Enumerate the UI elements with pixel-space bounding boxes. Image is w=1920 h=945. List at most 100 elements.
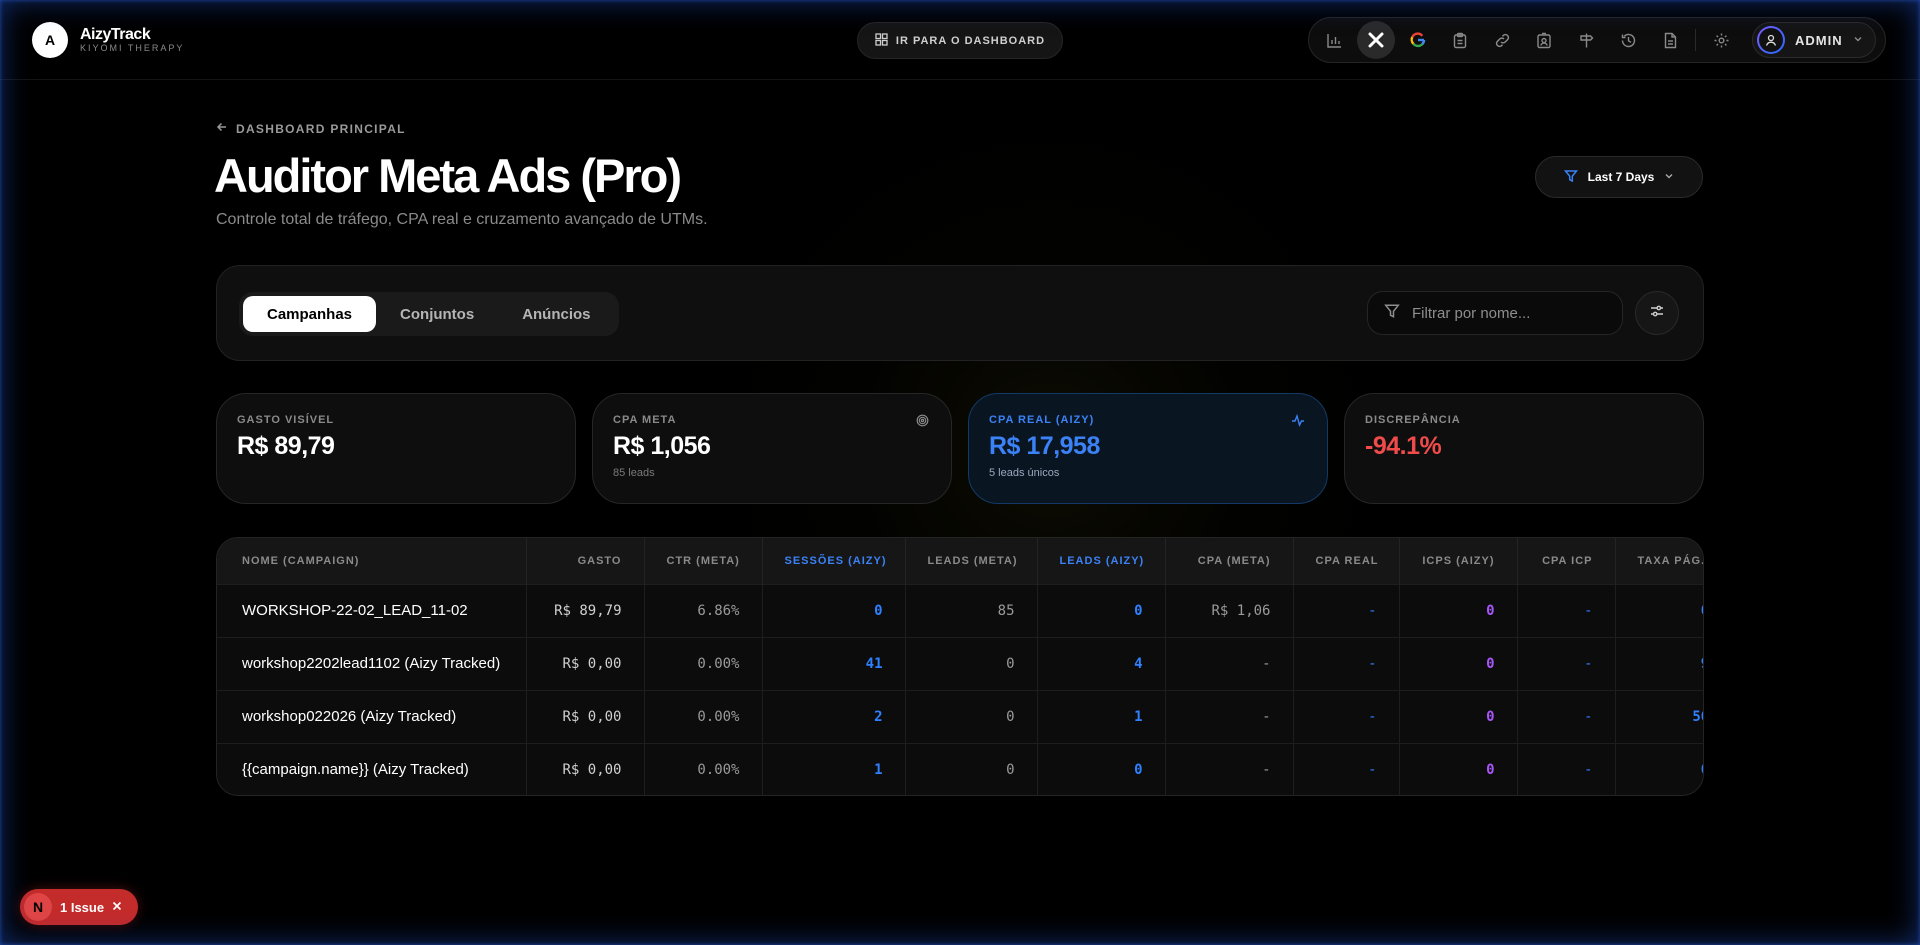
cell-campaign-name: {{campaign.name}} (Aizy Tracked)	[217, 742, 527, 795]
date-range-filter-button[interactable]: Last 7 Days	[1535, 156, 1703, 198]
cell-taxa-pag: 9.8%	[1615, 636, 1703, 690]
cell-campaign-name: workshop2202lead1102 (Aizy Tracked)	[217, 636, 527, 690]
avatar	[1757, 26, 1785, 54]
column-header[interactable]: LEADS (META)	[905, 538, 1038, 584]
breadcrumb-label: DASHBOARD PRINCIPAL	[236, 121, 406, 136]
stat-label: CPA META	[613, 414, 677, 426]
column-header[interactable]: LEADS (AIZY)	[1037, 538, 1166, 584]
cell-taxa-pag: 0.0%	[1615, 583, 1703, 637]
cell-taxa-pag: 50.0%	[1615, 689, 1703, 743]
cell-cpa-icp: -	[1517, 742, 1616, 795]
name-filter-input[interactable]	[1412, 304, 1602, 322]
stat-label: CPA REAL (AIZY)	[989, 414, 1095, 426]
cell-leads-aizy: 1	[1037, 689, 1166, 743]
cell-cpa-real: -	[1293, 689, 1400, 743]
cell-icps: 0	[1399, 636, 1518, 690]
google-logo-icon[interactable]	[1399, 21, 1437, 59]
tab-anuncios[interactable]: Anúncios	[498, 296, 614, 332]
user-label: ADMIN	[1795, 32, 1843, 48]
sliders-icon	[1649, 303, 1665, 324]
x-logo-icon[interactable]	[1357, 21, 1395, 59]
activity-icon	[1291, 413, 1305, 432]
tab-campanhas[interactable]: Campanhas	[243, 296, 377, 332]
grid-icon	[875, 32, 888, 49]
table-row[interactable]: workshop2202lead1102 (Aizy Tracked) R$ 0…	[217, 636, 1703, 690]
stat-label: GASTO VISÍVEL	[237, 414, 335, 426]
cell-sessoes: 0	[762, 583, 906, 637]
tab-conjuntos[interactable]: Conjuntos	[376, 296, 498, 332]
cell-leads-aizy: 4	[1037, 636, 1166, 690]
column-header[interactable]: CPA (META)	[1165, 538, 1294, 584]
level-tabs: Campanhas Conjuntos Anúncios	[239, 292, 619, 336]
column-header[interactable]: SESSÕES (AIZY)	[762, 538, 906, 584]
issues-badge[interactable]: N 1 Issue	[20, 889, 138, 925]
cell-cpa-real: -	[1293, 636, 1400, 690]
cell-gasto: R$ 0,00	[526, 689, 645, 743]
go-to-dashboard-button[interactable]: IR PARA O DASHBOARD	[857, 22, 1063, 59]
table-header-row: NOME (CAMPAIGN) GASTO CTR (META) SESSÕES…	[217, 538, 1703, 584]
badge-icon[interactable]	[1525, 21, 1563, 59]
table-row[interactable]: WORKSHOP-22-02_LEAD_11-02 R$ 89,79 6.86%…	[217, 583, 1703, 637]
stat-note: 5 leads únicos	[989, 467, 1060, 479]
history-icon[interactable]	[1609, 21, 1647, 59]
stat-value: R$ 17,958	[989, 432, 1100, 460]
cell-taxa-pag: 0.0%	[1615, 742, 1703, 795]
column-settings-button[interactable]	[1635, 291, 1679, 335]
link-icon[interactable]	[1483, 21, 1521, 59]
top-navigation: A AizyTrack KIYOMI THERAPY IR PARA O DAS…	[0, 0, 1920, 80]
table-row[interactable]: {{campaign.name}} (Aizy Tracked) R$ 0,00…	[217, 742, 1703, 795]
name-filter-field[interactable]	[1367, 291, 1623, 335]
column-header[interactable]: CTR (META)	[644, 538, 763, 584]
brand-subtitle: KIYOMI THERAPY	[80, 43, 185, 53]
icon-bar-divider	[1695, 29, 1696, 51]
target-icon	[916, 414, 929, 432]
column-header[interactable]: TAXA PÁG. (AIZY)	[1615, 538, 1703, 584]
close-icon[interactable]	[112, 898, 122, 916]
cell-leads-aizy: 0	[1037, 742, 1166, 795]
filter-icon	[1563, 169, 1578, 186]
issue-count-label: 1 Issue	[60, 899, 105, 915]
cell-ctr: 6.86%	[644, 583, 763, 637]
breadcrumb[interactable]: DASHBOARD PRINCIPAL	[216, 121, 406, 136]
arrow-left-icon	[216, 121, 228, 136]
column-header[interactable]: CPA ICP	[1517, 538, 1616, 584]
cell-leads-meta: 0	[905, 689, 1038, 743]
document-icon[interactable]	[1651, 21, 1689, 59]
filter-icon	[1384, 303, 1400, 324]
user-icon	[1759, 28, 1783, 52]
cell-sessoes: 1	[762, 742, 906, 795]
cell-campaign-name: WORKSHOP-22-02_LEAD_11-02	[217, 583, 527, 637]
table-row[interactable]: workshop022026 (Aizy Tracked) R$ 0,00 0.…	[217, 689, 1703, 743]
cell-campaign-name: workshop022026 (Aizy Tracked)	[217, 689, 527, 743]
bar-chart-icon[interactable]	[1315, 21, 1353, 59]
cell-ctr: 0.00%	[644, 689, 763, 743]
column-header[interactable]: CPA REAL	[1293, 538, 1400, 584]
column-header[interactable]: ICPS (AIZY)	[1399, 538, 1518, 584]
cell-ctr: 0.00%	[644, 742, 763, 795]
cell-cpa-meta: -	[1165, 636, 1294, 690]
clipboard-icon[interactable]	[1441, 21, 1479, 59]
chevron-down-icon	[1664, 170, 1674, 184]
go-to-dashboard-label: IR PARA O DASHBOARD	[895, 34, 1046, 47]
stat-card-cpa-meta: CPA META R$ 1,056 85 leads	[592, 393, 952, 504]
brand-name: AizyTrack	[80, 26, 151, 43]
chevron-down-icon	[1853, 31, 1863, 49]
cell-leads-meta: 0	[905, 742, 1038, 795]
date-range-label: Last 7 Days	[1587, 170, 1655, 184]
campaign-table-container[interactable]: NOME (CAMPAIGN) GASTO CTR (META) SESSÕES…	[216, 537, 1704, 796]
gear-icon[interactable]	[1702, 21, 1740, 59]
column-header[interactable]: GASTO	[526, 538, 645, 584]
level-toolbar: Campanhas Conjuntos Anúncios	[216, 265, 1704, 361]
cell-sessoes: 41	[762, 636, 906, 690]
signpost-icon[interactable]	[1567, 21, 1605, 59]
brand-text: AizyTrack KIYOMI THERAPY	[80, 26, 184, 54]
page-title: Auditor Meta Ads (Pro)	[214, 149, 682, 202]
cell-icps: 0	[1399, 742, 1518, 795]
cell-icps: 0	[1399, 689, 1518, 743]
brand[interactable]: A AizyTrack KIYOMI THERAPY	[32, 22, 184, 58]
cell-sessoes: 2	[762, 689, 906, 743]
stat-card-cpa-real: CPA REAL (AIZY) R$ 17,958 5 leads únicos	[968, 393, 1328, 504]
column-header[interactable]: NOME (CAMPAIGN)	[217, 538, 527, 584]
user-menu[interactable]: ADMIN	[1752, 22, 1876, 58]
stat-note: 85 leads	[613, 467, 655, 479]
